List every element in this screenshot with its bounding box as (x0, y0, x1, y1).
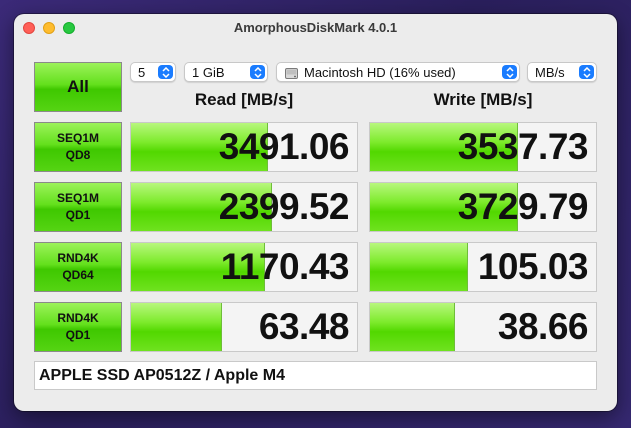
write-value: 38.66 (497, 306, 589, 347)
test-button-seq1m-qd1[interactable]: SEQ1M QD1 (34, 182, 122, 232)
test-count-value: 5 (138, 64, 146, 80)
read-value: 2399.52 (218, 186, 350, 227)
test-button-line1: SEQ1M (56, 131, 99, 145)
hard-drive-icon (285, 67, 298, 79)
chevron-up-down-icon (158, 65, 173, 79)
read-column-header: Read [MB/s] (194, 90, 294, 109)
test-button-seq1m-qd8[interactable]: SEQ1M QD8 (34, 122, 122, 172)
read-result-seq1m-qd1: 2399.52 (130, 182, 358, 232)
comment-field[interactable]: APPLE SSD AP0512Z / Apple M4 (34, 361, 597, 390)
test-button-line1: RND4K (57, 251, 99, 265)
test-button-line2: QD1 (65, 328, 91, 342)
test-size-value: 1 GiB (192, 64, 225, 80)
read-result-seq1m-qd8: 3491.06 (130, 122, 358, 172)
write-value: 105.03 (477, 246, 589, 287)
write-result-rnd4k-qd64: 105.03 (369, 242, 597, 292)
test-button-rnd4k-qd1[interactable]: RND4K QD1 (34, 302, 122, 352)
read-result-rnd4k-qd64: 1170.43 (130, 242, 358, 292)
chevron-up-down-icon (579, 65, 594, 79)
target-drive-select[interactable]: Macintosh HD (16% used) (276, 62, 520, 82)
write-result-seq1m-qd1: 3729.79 (369, 182, 597, 232)
test-count-select[interactable]: 5 (130, 62, 176, 82)
read-value: 1170.43 (220, 246, 350, 287)
read-value: 3491.06 (218, 126, 350, 167)
run-all-button[interactable]: All (34, 62, 122, 112)
test-button-line2: QD1 (65, 208, 91, 222)
write-progress-bar (370, 243, 469, 291)
test-button-rnd4k-qd64[interactable]: RND4K QD64 (34, 242, 122, 292)
app-window: AmorphousDiskMark 4.0.1 All 5 1 GiB Maci… (14, 14, 617, 411)
write-progress-bar (370, 303, 455, 351)
write-value: 3537.73 (457, 126, 589, 167)
test-button-line2: QD64 (62, 268, 94, 282)
chevron-up-down-icon (502, 65, 517, 79)
write-result-rnd4k-qd1: 38.66 (369, 302, 597, 352)
unit-select[interactable]: MB/s (527, 62, 597, 82)
read-value: 63.48 (258, 306, 350, 347)
chevron-up-down-icon (250, 65, 265, 79)
read-result-rnd4k-qd1: 63.48 (130, 302, 358, 352)
test-button-line2: QD8 (65, 148, 91, 162)
read-progress-bar (131, 303, 223, 351)
unit-value: MB/s (535, 64, 565, 80)
write-value: 3729.79 (457, 186, 589, 227)
window-title: AmorphousDiskMark 4.0.1 (233, 20, 398, 35)
test-size-select[interactable]: 1 GiB (184, 62, 268, 82)
write-column-header: Write [MB/s] (433, 90, 533, 109)
target-drive-value: Macintosh HD (16% used) (304, 64, 456, 80)
test-button-line1: SEQ1M (56, 191, 99, 205)
title-bar: AmorphousDiskMark 4.0.1 (14, 14, 617, 42)
write-result-seq1m-qd8: 3537.73 (369, 122, 597, 172)
test-button-line1: RND4K (57, 311, 99, 325)
